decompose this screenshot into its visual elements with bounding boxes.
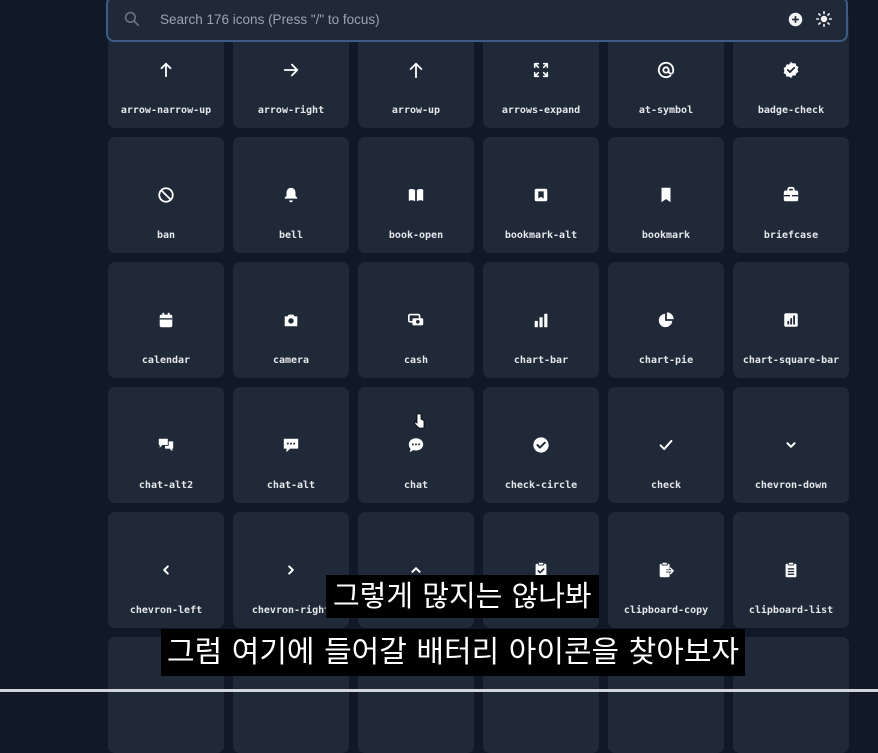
icon-label: arrow-up [391, 105, 441, 116]
chevron-left-icon [163, 565, 169, 575]
icon-card-chat[interactable]: chat [358, 387, 474, 503]
search-bar[interactable]: Search 176 icons (Press "/" to focus) [106, 0, 848, 42]
icon-card-chart-bar[interactable]: chart-bar [483, 262, 599, 378]
arrow-up-icon [409, 62, 423, 79]
search-icon [124, 11, 140, 27]
arrows-expand-icon [533, 62, 549, 78]
cash-icon [407, 313, 424, 326]
check-icon [659, 439, 673, 451]
icon-label: briefcase [763, 230, 819, 241]
icon-label: clipboard-list [748, 605, 834, 616]
icon-card-bookmark[interactable]: bookmark [608, 137, 724, 253]
icon-card-briefcase[interactable]: briefcase [733, 137, 849, 253]
arrow-narrow-up-icon [160, 62, 172, 78]
icon-card-bookmark-alt[interactable]: bookmark-alt [483, 137, 599, 253]
chart-pie-icon [658, 312, 674, 328]
search-input[interactable]: Search 176 icons (Press "/" to focus) [160, 12, 380, 27]
icon-label: arrows-expand [501, 105, 581, 116]
icon-card-check-circle[interactable]: check-circle [483, 387, 599, 503]
icon-card-clipboard-copy[interactable]: clipboard-copy [608, 512, 724, 628]
icon-label: chart-square-bar [742, 355, 840, 366]
book-open-icon [408, 188, 424, 202]
chat-alt2-icon [158, 438, 174, 452]
icon-card-chat-alt2[interactable]: chat-alt2 [108, 387, 224, 503]
mouse-cursor-icon [414, 413, 425, 429]
bookmark-alt-icon [534, 188, 548, 202]
bookmark-icon [661, 187, 671, 203]
icon-card-cash[interactable]: cash [358, 262, 474, 378]
icon-label: ban [156, 230, 176, 241]
icon-label: clipboard-copy [623, 605, 709, 616]
arrow-right-icon [283, 63, 299, 77]
sun-icon[interactable] [816, 11, 832, 27]
badge-check-icon [783, 61, 799, 79]
chat-alt-icon [283, 438, 299, 453]
icon-card-clipboard-list[interactable]: clipboard-list [733, 512, 849, 628]
icon-label: bookmark [641, 230, 691, 241]
icon-card-book-open[interactable]: book-open [358, 137, 474, 253]
icon-card-bell[interactable]: bell [233, 137, 349, 253]
icon-label: bookmark-alt [504, 230, 578, 241]
subtitle-line-2: 그럼 여기에 들어갈 배터리 아이콘을 찾아보자 [161, 629, 746, 676]
icon-label: arrow-narrow-up [120, 105, 212, 116]
icon-card-camera[interactable]: camera [233, 262, 349, 378]
icon-card-chart-square-bar[interactable]: chart-square-bar [733, 262, 849, 378]
ban-icon [158, 187, 174, 203]
icon-label: chat [403, 480, 429, 491]
bell-icon [284, 187, 298, 203]
icon-label: chat-alt [266, 480, 316, 491]
chat-icon [408, 438, 424, 453]
calendar-icon [159, 312, 173, 328]
add-icon[interactable] [788, 12, 803, 27]
icon-label: camera [272, 355, 310, 366]
icon-label: chevron-left [129, 605, 203, 616]
icon-label: bell [278, 230, 304, 241]
icon-card-calendar[interactable]: calendar [108, 262, 224, 378]
clipboard-copy-icon [659, 561, 675, 578]
icon-card-chat-alt[interactable]: chat-alt [233, 387, 349, 503]
at-symbol-icon [657, 61, 675, 79]
icon-label: at-symbol [638, 105, 694, 116]
icon-label: chart-pie [638, 355, 694, 366]
icon-card-chevron-down[interactable]: chevron-down [733, 387, 849, 503]
icon-card-check[interactable]: check [608, 387, 724, 503]
chart-square-bar-icon [784, 313, 798, 327]
icon-label: chart-bar [513, 355, 569, 366]
clipboard-list-icon [785, 561, 797, 578]
icon-label: chat-alt2 [138, 480, 194, 491]
check-circle-icon [533, 437, 549, 453]
subtitle-line-1: 그렇게 많지는 않나봐 [326, 575, 599, 618]
icon-label: calendar [141, 355, 191, 366]
chevron-right-icon [288, 565, 294, 575]
icon-label: book-open [388, 230, 444, 241]
camera-icon [284, 314, 298, 327]
chevron-down-icon [786, 442, 796, 448]
icon-card-partial[interactable] [733, 637, 849, 753]
icon-card-chart-pie[interactable]: chart-pie [608, 262, 724, 378]
icon-card-chevron-left[interactable]: chevron-left [108, 512, 224, 628]
icon-label: cash [403, 355, 429, 366]
icon-label: check [650, 480, 682, 491]
icon-label: check-circle [504, 480, 578, 491]
briefcase-icon [783, 186, 799, 202]
icon-label: chevron-down [754, 480, 828, 491]
chart-bar-icon [534, 313, 548, 328]
icon-label: arrow-right [257, 105, 325, 116]
icon-card-ban[interactable]: ban [108, 137, 224, 253]
icon-label: badge-check [757, 105, 825, 116]
